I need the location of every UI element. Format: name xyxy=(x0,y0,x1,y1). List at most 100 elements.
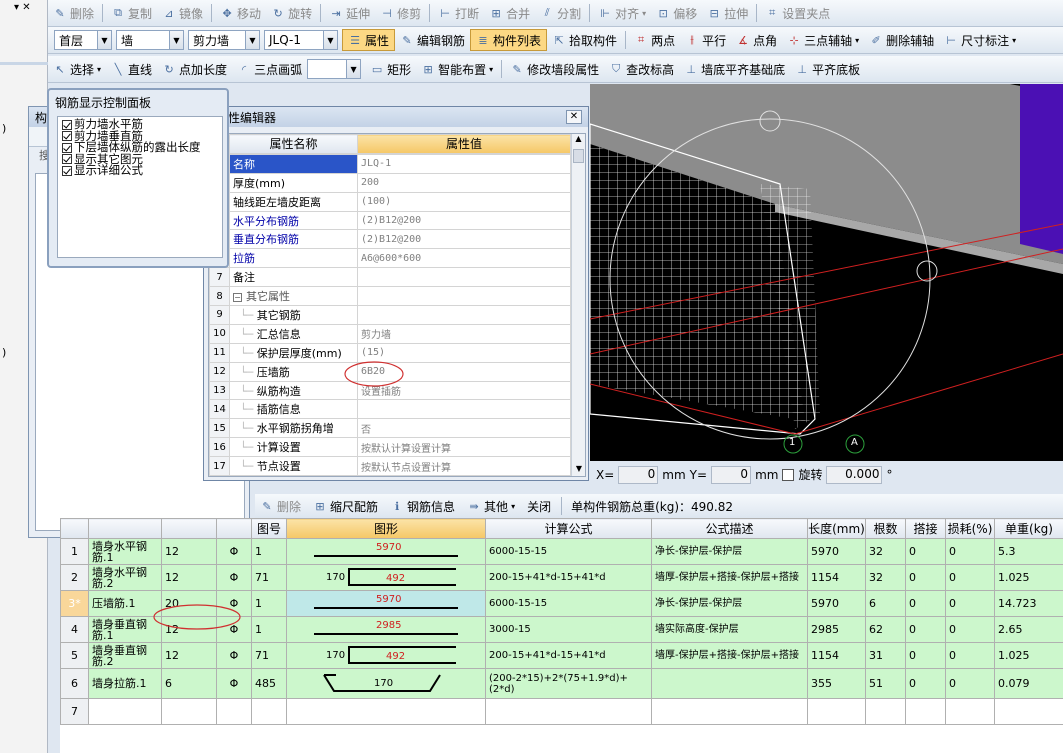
property-row[interactable]: 4水平分布钢筋(2)B12@200 xyxy=(209,210,571,231)
rebar-delete-button[interactable]: ✎ 删除 xyxy=(255,495,306,517)
rebar-loss[interactable]: 0 xyxy=(945,538,995,565)
merge-button[interactable]: ⊞ 合并 xyxy=(484,2,535,24)
property-value-cell[interactable]: 否 xyxy=(357,418,571,439)
rebar-grade[interactable] xyxy=(216,698,252,725)
rebar-diameter[interactable]: 12 xyxy=(161,538,217,565)
stretch-button[interactable]: ⊟ 拉伸 xyxy=(702,2,753,24)
edit-rebar-button[interactable]: ✎ 编辑钢筋 xyxy=(395,29,470,51)
property-row[interactable]: 2厚度(mm)200 xyxy=(209,172,571,193)
close-icon[interactable]: ✕ xyxy=(566,110,582,124)
break-button[interactable]: ⊢ 打断 xyxy=(433,2,484,24)
rebar-count[interactable]: 62 xyxy=(865,616,906,643)
property-row[interactable]: 17 └─ 节点设置 按默认节点设置计算 xyxy=(209,456,571,476)
line-button[interactable]: ╲ 直线 xyxy=(106,58,157,80)
pin-icon[interactable]: ▾ ✕ xyxy=(14,2,31,13)
checkbox-checked-icon[interactable] xyxy=(62,131,72,141)
rebar-shape[interactable]: 170 492 xyxy=(286,642,486,669)
arc-button[interactable]: ◜ 三点画弧 xyxy=(232,58,307,80)
rebar-figure-no[interactable]: 1 xyxy=(251,538,287,565)
y-input[interactable]: 0 xyxy=(711,465,752,484)
align-slab-button[interactable]: ⊥ 平齐底板 xyxy=(790,58,865,80)
rebar-length[interactable]: 5970 xyxy=(807,538,866,565)
mirror-button[interactable]: ⊿ 镜像 xyxy=(157,2,208,24)
rebar-loss[interactable] xyxy=(945,698,995,725)
pick-component-button[interactable]: ⇱ 拾取构件 xyxy=(547,29,622,51)
property-row[interactable]: 7 备注 xyxy=(209,267,571,288)
rebar-lap[interactable]: 0 xyxy=(905,590,946,617)
property-row[interactable]: 9 └─ 其它钢筋 xyxy=(209,305,571,325)
rebar-shape[interactable]: 170 xyxy=(286,668,486,699)
rebar-lap[interactable] xyxy=(905,698,946,725)
rebar-figure-no[interactable]: 71 xyxy=(251,564,287,591)
table-row[interactable]: 6 墙身拉筋.1 6 Φ 485 170 (200-2*15)+2*(75+1.9*d)+(… xyxy=(60,668,1063,699)
rebar-diameter[interactable]: 12 xyxy=(161,564,217,591)
rebar-loss[interactable]: 0 xyxy=(945,590,995,617)
rebar-count[interactable]: 51 xyxy=(865,668,906,699)
property-row[interactable]: 16 └─ 计算设置 按默认计算设置计算 xyxy=(209,437,571,458)
three-point-aux-button[interactable]: ⊹ 三点辅轴 ▾ xyxy=(782,29,864,51)
point-angle-button[interactable]: ∡ 点角 xyxy=(731,29,782,51)
checkbox-checked-icon[interactable] xyxy=(62,142,72,153)
rebar-count[interactable]: 32 xyxy=(865,564,906,591)
rebar-count[interactable]: 32 xyxy=(865,538,906,565)
rebar-length[interactable]: 355 xyxy=(807,668,866,699)
property-row[interactable]: 14 └─ 插筋信息 xyxy=(209,399,571,420)
rebar-loss[interactable]: 0 xyxy=(945,616,995,643)
rebar-figure-no[interactable]: 1 xyxy=(251,616,287,643)
table-row[interactable]: 7 xyxy=(60,698,1063,725)
property-value-cell[interactable] xyxy=(357,286,571,307)
rebar-figure-no[interactable]: 71 xyxy=(251,642,287,669)
rebar-figure-no[interactable]: 1 xyxy=(251,590,287,617)
rebar-formula[interactable]: 200-15+41*d-15+41*d xyxy=(485,564,652,591)
property-value-cell[interactable] xyxy=(357,305,571,325)
delete-aux-button[interactable]: ✐ 删除辅轴 xyxy=(864,29,939,51)
property-value-cell[interactable]: (2)B12@200 xyxy=(357,210,571,231)
rebar-count[interactable]: 6 xyxy=(865,590,906,617)
rebar-shape[interactable]: 5970 xyxy=(286,538,486,565)
modify-wall-button[interactable]: ✎ 修改墙段属性 xyxy=(505,58,604,80)
parallel-button[interactable]: ⫲ 平行 xyxy=(680,29,731,51)
table-row[interactable]: 1 墙身水平钢筋.1 12 Φ 1 5970 6000-15-15 净长-保护层-保护层 597… xyxy=(60,538,1063,565)
point-length-button[interactable]: ↻ 点加长度 xyxy=(157,58,232,80)
rebar-diameter[interactable]: 6 xyxy=(161,668,217,699)
property-value-cell[interactable]: A6@600*600 xyxy=(357,248,571,269)
checkbox-checked-icon[interactable] xyxy=(62,119,72,130)
component-select[interactable]: JLQ-1 ▼ xyxy=(264,30,338,50)
rotate-button[interactable]: ↻ 旋转 xyxy=(266,2,317,24)
type-select[interactable]: 墙 ▼ xyxy=(116,30,184,50)
property-row[interactable]: 10 └─ 汇总信息 剪力墙 xyxy=(209,323,571,344)
rebar-shape[interactable]: 2985 xyxy=(286,616,486,643)
subtype-select[interactable]: 剪力墙 ▼ xyxy=(188,30,260,50)
check-elev-button[interactable]: ⛉ 查改标高 xyxy=(604,58,679,80)
rebar-formula[interactable]: 6000-15-15 xyxy=(485,538,652,565)
smart-layout-button[interactable]: ⊞ 智能布置 ▾ xyxy=(416,58,498,80)
floor-select[interactable]: 首层 ▼ xyxy=(54,30,112,50)
property-value-cell[interactable] xyxy=(357,267,571,288)
property-value-cell[interactable]: JLQ-1 xyxy=(357,153,571,174)
rebar-figure-no[interactable] xyxy=(251,698,287,725)
move-button[interactable]: ✥ 移动 xyxy=(215,2,266,24)
table-row[interactable]: 2 墙身水平钢筋.2 12 Φ 71 170 492 200-15+41*d-15+41*d 墙… xyxy=(60,564,1063,591)
property-value-cell[interactable]: 剪力墙 xyxy=(357,323,571,344)
rebar-info-button[interactable]: ℹ 钢筋信息 xyxy=(385,495,460,517)
property-row[interactable]: 15 └─ 水平钢筋拐角增否 xyxy=(209,418,571,439)
rebar-lap[interactable]: 0 xyxy=(905,642,946,669)
checkbox-checked-icon[interactable] xyxy=(62,154,72,164)
rebar-lap[interactable]: 0 xyxy=(905,668,946,699)
rebar-grade[interactable]: Φ xyxy=(216,668,252,699)
align-button[interactable]: ⊩ 对齐 ▾ xyxy=(593,2,651,24)
property-row[interactable]: 1名称JLQ-1 xyxy=(209,153,571,174)
offset-button[interactable]: ⊡ 偏移 xyxy=(651,2,702,24)
rebar-formula[interactable] xyxy=(485,698,652,725)
rebar-lap[interactable]: 0 xyxy=(905,616,946,643)
property-value-cell[interactable]: 200 xyxy=(357,172,571,193)
property-value-cell[interactable]: 按默认计算设置计算 xyxy=(357,437,571,458)
split-button[interactable]: ⫽ 分割 xyxy=(535,2,586,24)
rebar-lap[interactable]: 0 xyxy=(905,564,946,591)
rebar-lap[interactable]: 0 xyxy=(905,538,946,565)
align-foundation-button[interactable]: ⊥ 墙底平齐基础底 xyxy=(679,58,790,80)
property-value-cell[interactable]: (2)B12@200 xyxy=(357,229,571,250)
property-row[interactable]: 8− 其它属性 xyxy=(209,286,571,307)
rebar-grade[interactable]: Φ xyxy=(216,642,252,669)
rebar-grade[interactable]: Φ xyxy=(216,564,252,591)
